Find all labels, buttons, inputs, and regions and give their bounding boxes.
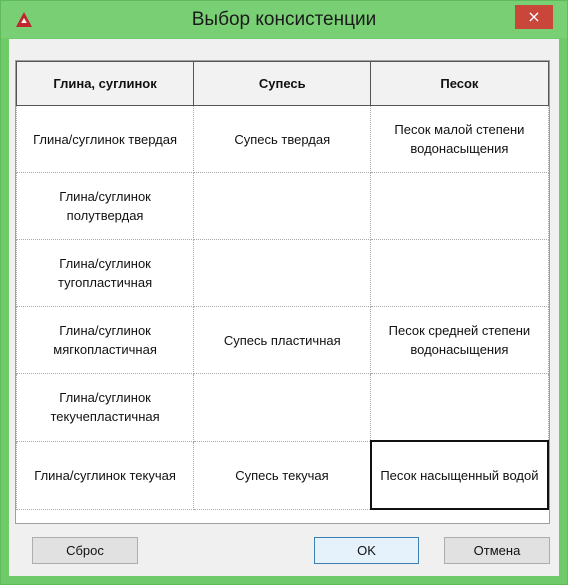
dialog-window: Выбор консистенции × Глина, суглинок Суп… — [0, 0, 568, 585]
table-row: Глина/суглинок полутвердая — [15, 172, 549, 240]
grid-cell[interactable]: Глина/суглинок мягкопластичная — [15, 306, 195, 374]
table-row: Глина/суглинок текучепластичная — [15, 373, 549, 442]
title-bar[interactable]: Выбор консистенции × — [1, 1, 567, 38]
table-row: Глина/суглинок тугопластичная — [15, 239, 549, 307]
header-row: Глина, суглинок Супесь Песок — [15, 61, 549, 106]
consistency-grid: Глина, суглинок Супесь Песок Глина/сугли… — [15, 60, 550, 524]
grid-cell[interactable]: Глина/суглинок тугопластичная — [15, 239, 195, 307]
grid-cell[interactable]: Глина/суглинок текучепластичная — [15, 373, 195, 442]
table-row: Глина/суглинок текучая Супесь текучая Пе… — [15, 440, 550, 510]
grid-cell[interactable]: Глина/суглинок текучая — [15, 440, 195, 510]
grid-cell — [193, 373, 372, 442]
grid-cell[interactable]: Песок малой степени водонасыщения — [370, 105, 549, 173]
grid-cell[interactable]: Песок средней степени водонасыщения — [370, 306, 549, 374]
grid-cell — [193, 239, 372, 307]
grid-cell-selected[interactable]: Песок насыщенный водой — [369, 440, 550, 510]
column-header-clay: Глина, суглинок — [15, 61, 195, 106]
cancel-button[interactable]: Отмена — [444, 537, 550, 564]
column-header-sandy-loam: Супесь — [193, 61, 372, 106]
grid-cell — [370, 239, 549, 307]
grid-cell — [370, 172, 549, 240]
reset-button[interactable]: Сброс — [32, 537, 138, 564]
table-row: Глина/суглинок твердая Супесь твердая Пе… — [15, 105, 549, 173]
consistency-table: Глина, суглинок Супесь Песок Глина/сугли… — [15, 61, 550, 510]
grid-cell[interactable]: Супесь твердая — [193, 105, 372, 173]
grid-cell — [370, 373, 549, 442]
ok-button[interactable]: OK — [314, 537, 419, 564]
column-header-sand: Песок — [370, 61, 549, 106]
grid-cell[interactable]: Супесь текучая — [193, 440, 372, 510]
close-button[interactable]: × — [515, 5, 553, 29]
window-title: Выбор консистенции — [191, 9, 377, 30]
dialog-body: Глина, суглинок Супесь Песок Глина/сугли… — [9, 39, 559, 576]
table-row: Глина/суглинок мягкопластичная Супесь пл… — [15, 306, 549, 374]
close-icon: × — [527, 7, 541, 26]
grid-cell — [193, 172, 372, 240]
grid-cell[interactable]: Глина/суглинок твердая — [15, 105, 195, 173]
grid-cell[interactable]: Супесь пластичная — [193, 306, 372, 374]
grid-cell[interactable]: Глина/суглинок полутвердая — [15, 172, 195, 240]
